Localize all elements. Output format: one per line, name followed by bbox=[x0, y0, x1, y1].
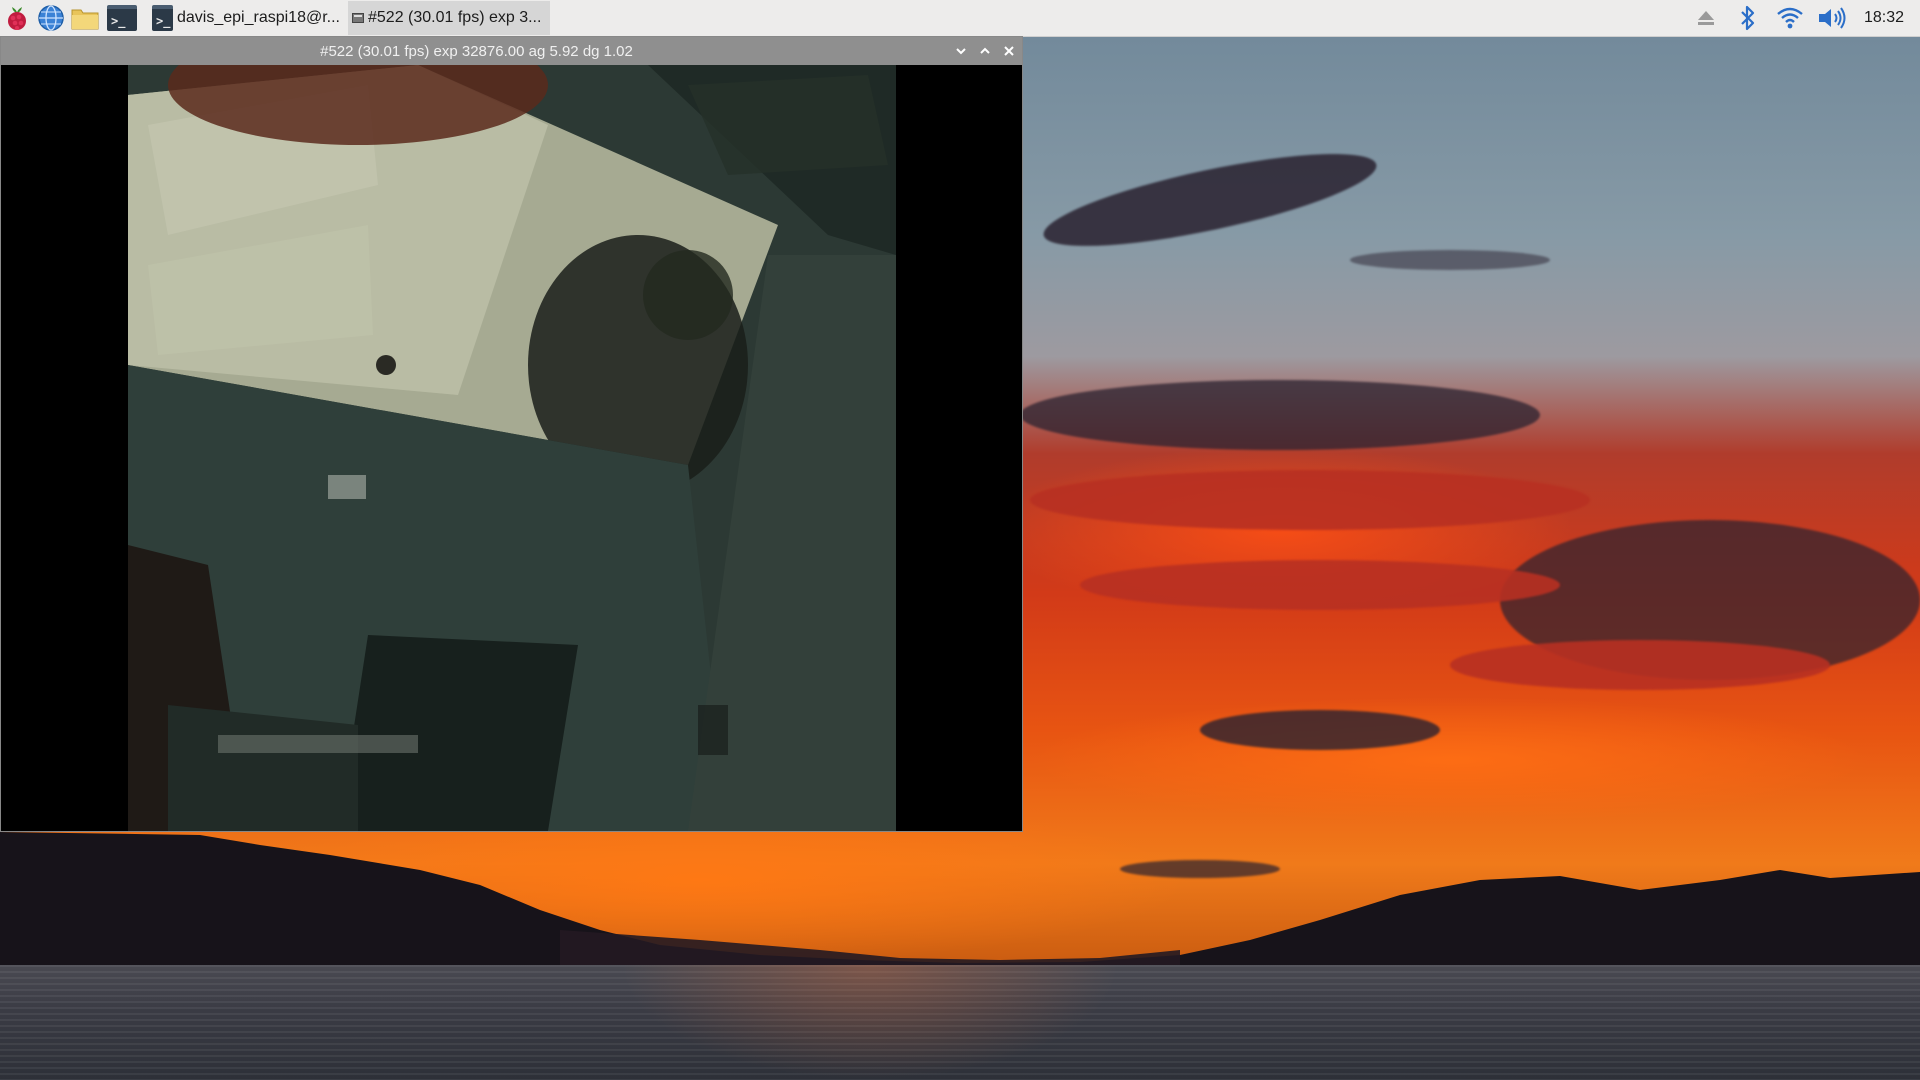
raspberry-menu-button[interactable] bbox=[0, 1, 34, 35]
task-terminal[interactable]: >_ davis_epi_raspi18@r... bbox=[148, 1, 344, 35]
task-camera-preview-label: #522 (30.01 fps) exp 3... bbox=[368, 9, 542, 26]
camera-feed-image bbox=[128, 65, 896, 831]
bluetooth-icon bbox=[1741, 5, 1755, 31]
terminal-icon: >_ bbox=[152, 5, 173, 31]
water-reflection bbox=[620, 965, 1120, 1080]
file-manager-folder-icon bbox=[71, 9, 99, 30]
bluetooth-button[interactable] bbox=[1730, 1, 1766, 35]
taskbar: >_ >_ davis_epi_raspi18@r... #522 (30.01… bbox=[0, 0, 1920, 37]
minimize-button[interactable] bbox=[954, 44, 968, 58]
window-titlebar[interactable]: #522 (30.01 fps) exp 32876.00 ag 5.92 dg… bbox=[1, 37, 1022, 65]
wifi-button[interactable] bbox=[1772, 1, 1808, 35]
raspberry-menu-icon bbox=[8, 7, 26, 30]
window-title: #522 (30.01 fps) exp 32876.00 ag 5.92 dg… bbox=[320, 42, 633, 60]
terminal-launcher-button[interactable]: >_ bbox=[102, 1, 142, 35]
eject-button[interactable] bbox=[1688, 1, 1724, 35]
file-manager-button[interactable] bbox=[68, 1, 102, 35]
wifi-icon bbox=[1777, 7, 1803, 29]
maximize-button[interactable] bbox=[978, 44, 992, 58]
maximize-icon bbox=[980, 47, 990, 54]
system-tray: 18:32 bbox=[1688, 1, 1920, 35]
minimize-icon bbox=[956, 48, 966, 55]
preview-area bbox=[1, 65, 1022, 831]
volume-icon bbox=[1818, 7, 1846, 29]
clock[interactable]: 18:32 bbox=[1856, 9, 1914, 27]
close-icon bbox=[1004, 46, 1014, 56]
camera-frame-graphic bbox=[128, 65, 896, 831]
close-button[interactable] bbox=[1002, 44, 1016, 58]
task-camera-preview[interactable]: #522 (30.01 fps) exp 3... bbox=[348, 1, 550, 35]
video-window-icon bbox=[352, 13, 364, 23]
terminal-icon: >_ bbox=[107, 5, 137, 31]
volume-button[interactable] bbox=[1814, 1, 1850, 35]
task-terminal-label: davis_epi_raspi18@r... bbox=[177, 9, 340, 26]
web-browser-globe-icon bbox=[38, 5, 64, 31]
camera-preview-window: #522 (30.01 fps) exp 32876.00 ag 5.92 dg… bbox=[0, 36, 1023, 832]
web-browser-button[interactable] bbox=[34, 1, 68, 35]
eject-icon bbox=[1697, 11, 1714, 25]
